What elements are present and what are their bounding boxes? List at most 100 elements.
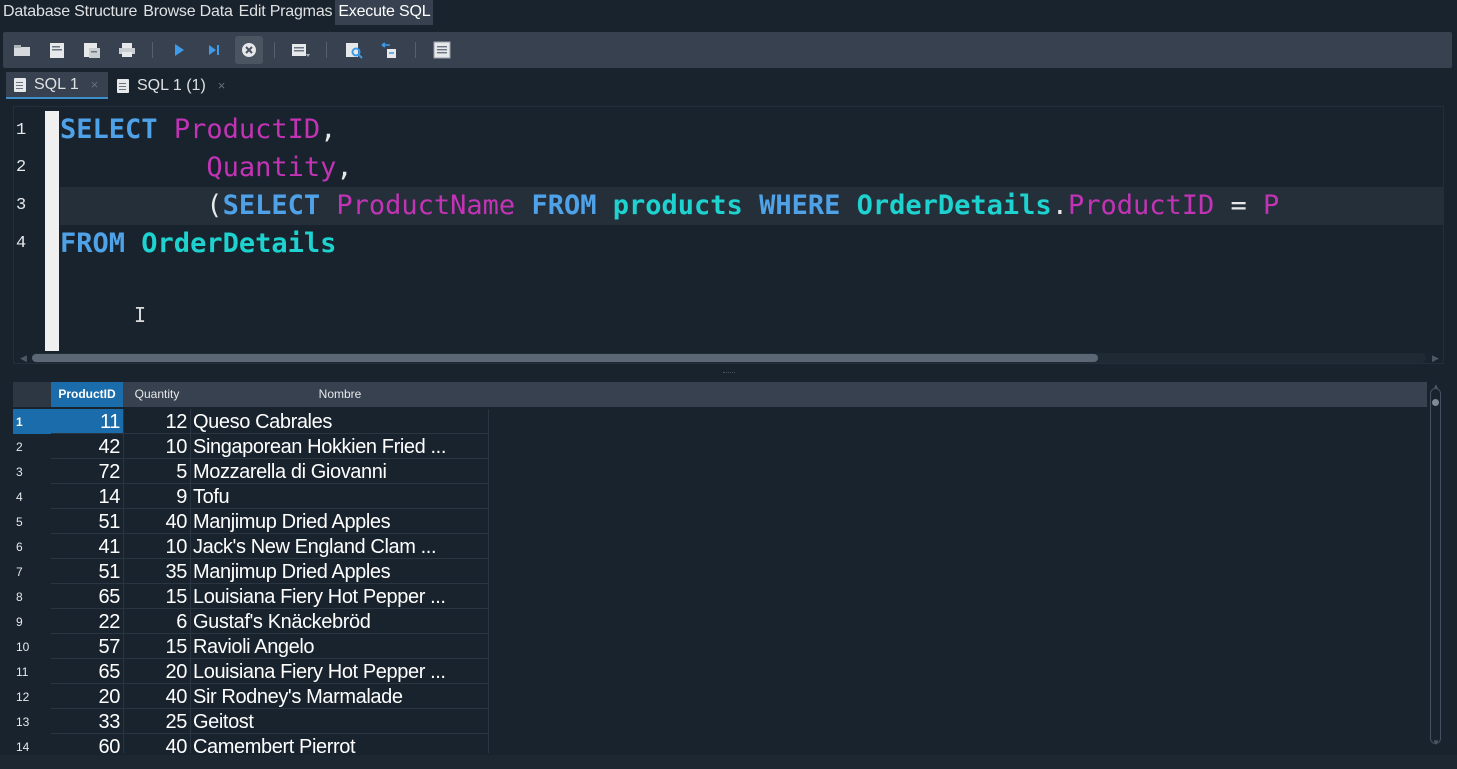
cell-nombre[interactable]: Gustaf's Knäckebröd: [191, 609, 489, 634]
cell-quantity[interactable]: 40: [124, 734, 191, 753]
row-number[interactable]: 10: [13, 634, 51, 659]
row-number[interactable]: 12: [13, 684, 51, 709]
splitter-handle[interactable]: [723, 372, 735, 374]
cell-productid[interactable]: 20: [51, 684, 124, 709]
tab-sql-1[interactable]: SQL 1 ×: [6, 72, 108, 99]
cell-nombre[interactable]: Ravioli Angelo: [191, 634, 489, 659]
table-row[interactable]: 3 72 5 Mozzarella di Giovanni: [13, 459, 489, 484]
find-replace-button[interactable]: [378, 39, 400, 61]
row-number[interactable]: 14: [13, 734, 51, 753]
sql-editor[interactable]: 1 2 3 4 SELECT ProductID, Quantity, (SEL…: [13, 106, 1444, 364]
table-row[interactable]: 6 41 10 Jack's New England Clam ...: [13, 534, 489, 559]
cell-nombre[interactable]: Tofu: [191, 484, 489, 509]
editor-results-splitter[interactable]: [0, 368, 1457, 378]
cell-productid[interactable]: 51: [51, 559, 124, 584]
cell-productid[interactable]: 65: [51, 584, 124, 609]
save-sql-file-button[interactable]: [81, 39, 103, 61]
cell-nombre[interactable]: Sir Rodney's Marmalade: [191, 684, 489, 709]
print-button[interactable]: [116, 39, 138, 61]
row-number[interactable]: 7: [13, 559, 51, 584]
open-sql-file-button[interactable]: [46, 39, 68, 61]
table-row[interactable]: 11 65 20 Louisiana Fiery Hot Pepper ...: [13, 659, 489, 684]
cell-productid[interactable]: 22: [51, 609, 124, 634]
table-row[interactable]: 4 14 9 Tofu: [13, 484, 489, 509]
cell-quantity[interactable]: 15: [124, 634, 191, 659]
cell-nombre[interactable]: Geitost: [191, 709, 489, 734]
row-number[interactable]: 4: [13, 484, 51, 509]
close-tab-icon[interactable]: ×: [218, 78, 226, 93]
row-number[interactable]: 6: [13, 534, 51, 559]
cell-productid[interactable]: 51: [51, 509, 124, 534]
save-results-button[interactable]: [290, 39, 312, 61]
table-row[interactable]: 5 51 40 Manjimup Dried Apples: [13, 509, 489, 534]
execute-all-button[interactable]: [168, 39, 190, 61]
cell-nombre[interactable]: Jack's New England Clam ...: [191, 534, 489, 559]
cell-quantity[interactable]: 35: [124, 559, 191, 584]
cell-quantity[interactable]: 9: [124, 484, 191, 509]
tab-execute-sql[interactable]: Execute SQL: [335, 0, 434, 25]
row-number[interactable]: 1: [13, 409, 51, 434]
cell-nombre[interactable]: Louisiana Fiery Hot Pepper ...: [191, 584, 489, 609]
toggle-comment-button[interactable]: [431, 39, 453, 61]
cell-productid[interactable]: 33: [51, 709, 124, 734]
table-row[interactable]: 8 65 15 Louisiana Fiery Hot Pepper ...: [13, 584, 489, 609]
table-row[interactable]: 13 33 25 Geitost: [13, 709, 489, 734]
cell-quantity[interactable]: 40: [124, 684, 191, 709]
execute-current-line-button[interactable]: [203, 39, 225, 61]
cell-quantity[interactable]: 12: [124, 409, 191, 434]
tab-browse-data[interactable]: Browse Data: [140, 0, 235, 25]
close-tab-icon[interactable]: ×: [91, 77, 99, 92]
cell-nombre[interactable]: Manjimup Dried Apples: [191, 509, 489, 534]
cell-quantity[interactable]: 15: [124, 584, 191, 609]
cell-productid[interactable]: 42: [51, 434, 124, 459]
row-number[interactable]: 2: [13, 434, 51, 459]
column-header-nombre[interactable]: Nombre: [191, 382, 489, 407]
cell-productid[interactable]: 60: [51, 734, 124, 753]
row-number[interactable]: 8: [13, 584, 51, 609]
cell-nombre[interactable]: Queso Cabrales: [191, 409, 489, 434]
cell-productid[interactable]: 11: [51, 409, 124, 434]
row-number[interactable]: 9: [13, 609, 51, 634]
cell-quantity[interactable]: 25: [124, 709, 191, 734]
stop-execution-button[interactable]: [235, 36, 263, 64]
tab-sql-1-1[interactable]: SQL 1 (1) ×: [112, 72, 242, 99]
code-line[interactable]: SELECT ProductID,: [60, 111, 336, 149]
table-row[interactable]: 9 22 6 Gustaf's Knäckebröd: [13, 609, 489, 634]
scroll-down-arrow[interactable]: ▼: [1432, 738, 1440, 747]
tab-database-structure[interactable]: Database Structure: [0, 0, 140, 25]
row-number[interactable]: 3: [13, 459, 51, 484]
cell-quantity[interactable]: 20: [124, 659, 191, 684]
find-button[interactable]: [343, 39, 365, 61]
cell-quantity[interactable]: 5: [124, 459, 191, 484]
table-row[interactable]: 12 20 40 Sir Rodney's Marmalade: [13, 684, 489, 709]
table-row[interactable]: 14 60 40 Camembert Pierrot: [13, 734, 489, 753]
results-grid[interactable]: ProductID Quantity Nombre 1 11 12 Queso Cab…: [13, 382, 1444, 753]
cell-productid[interactable]: 72: [51, 459, 124, 484]
cell-quantity[interactable]: 10: [124, 534, 191, 559]
table-row[interactable]: 10 57 15 Ravioli Angelo: [13, 634, 489, 659]
cell-productid[interactable]: 14: [51, 484, 124, 509]
cell-nombre[interactable]: Manjimup Dried Apples: [191, 559, 489, 584]
column-header-productid[interactable]: ProductID: [51, 382, 123, 407]
scroll-left-arrow[interactable]: ◀: [20, 353, 27, 364]
vertical-scrollbar[interactable]: [1430, 388, 1441, 744]
row-number[interactable]: 11: [13, 659, 51, 684]
cell-productid[interactable]: 57: [51, 634, 124, 659]
code-line[interactable]: Quantity,: [60, 149, 352, 187]
scroll-right-arrow[interactable]: ▶: [1432, 353, 1439, 364]
code-line[interactable]: (SELECT ProductName FROM products WHERE …: [60, 187, 1443, 225]
row-number[interactable]: 5: [13, 509, 51, 534]
cell-quantity[interactable]: 40: [124, 509, 191, 534]
cell-nombre[interactable]: Singaporean Hokkien Fried ...: [191, 434, 489, 459]
row-number[interactable]: 13: [13, 709, 51, 734]
code-area[interactable]: SELECT ProductID, Quantity, (SELECT Prod…: [60, 107, 1443, 351]
scrollbar-thumb[interactable]: [1432, 399, 1439, 406]
cell-productid[interactable]: 65: [51, 659, 124, 684]
cell-nombre[interactable]: Mozzarella di Giovanni: [191, 459, 489, 484]
table-row[interactable]: 1 11 12 Queso Cabrales: [13, 409, 489, 434]
grid-corner[interactable]: [13, 382, 51, 407]
table-row[interactable]: 7 51 35 Manjimup Dried Apples: [13, 559, 489, 584]
cell-quantity[interactable]: 10: [124, 434, 191, 459]
column-header-quantity[interactable]: Quantity: [124, 382, 190, 407]
horizontal-scrollbar[interactable]: [32, 353, 1426, 363]
